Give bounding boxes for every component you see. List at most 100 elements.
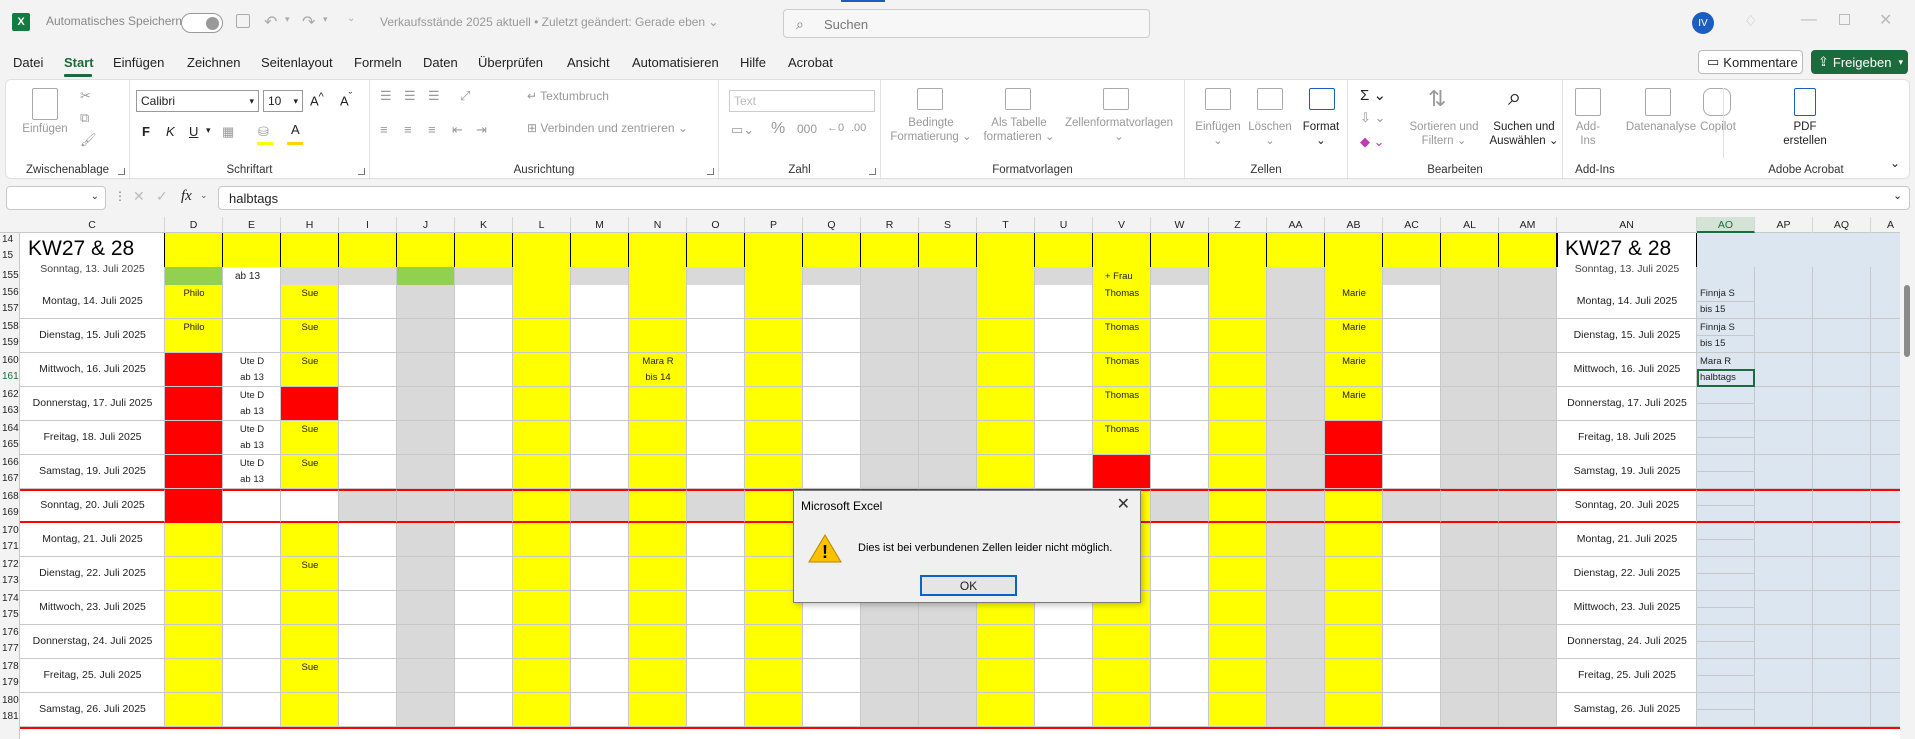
cell[interactable]: [919, 285, 977, 319]
currency-icon[interactable]: ▭⌄: [731, 122, 754, 138]
column-header-u[interactable]: U: [1035, 217, 1093, 233]
cell[interactable]: [1383, 387, 1441, 421]
column-header-am[interactable]: AM: [1499, 217, 1557, 233]
cell[interactable]: [803, 285, 861, 319]
cell[interactable]: [919, 319, 977, 353]
minimize-icon[interactable]: —: [1801, 11, 1817, 29]
cell[interactable]: [1697, 659, 1755, 693]
cell[interactable]: [1499, 353, 1557, 387]
cell[interactable]: [1209, 659, 1267, 693]
cell[interactable]: [571, 353, 629, 387]
cell[interactable]: [1813, 319, 1871, 353]
cell[interactable]: [1151, 285, 1209, 319]
align-top-icon[interactable]: ☰: [380, 88, 392, 104]
cell[interactable]: [1441, 557, 1499, 591]
cell[interactable]: [1813, 285, 1871, 319]
cell[interactable]: [1383, 693, 1441, 727]
increase-font-icon[interactable]: A^: [310, 91, 324, 108]
cell[interactable]: [1209, 489, 1267, 523]
cell[interactable]: [1325, 421, 1383, 455]
cell[interactable]: [687, 591, 745, 625]
cell[interactable]: [1383, 557, 1441, 591]
cell-styles-button[interactable]: Zellenformatvorlagen ⌄: [1059, 116, 1179, 144]
cell[interactable]: [397, 319, 455, 353]
cell[interactable]: [1325, 591, 1383, 625]
cell[interactable]: [1209, 319, 1267, 353]
cell[interactable]: [1441, 523, 1499, 557]
wrap-text-button[interactable]: ↵ Textumbruch: [527, 89, 609, 103]
cell[interactable]: [1697, 693, 1755, 727]
cell[interactable]: [1209, 421, 1267, 455]
cell[interactable]: [571, 557, 629, 591]
cell[interactable]: [1755, 421, 1813, 455]
cell[interactable]: [977, 285, 1035, 319]
increase-decimal-icon[interactable]: ←0: [827, 122, 844, 134]
cell[interactable]: [977, 421, 1035, 455]
cell[interactable]: [1093, 693, 1151, 727]
conditional-formatting-button[interactable]: Bedingte Formatierung ⌄: [885, 116, 977, 144]
cell[interactable]: [1267, 421, 1325, 455]
merge-center-button[interactable]: ⊞ Verbinden und zentrieren ⌄: [527, 121, 688, 135]
cell[interactable]: [1813, 693, 1871, 727]
cell[interactable]: [687, 625, 745, 659]
cell[interactable]: [1441, 285, 1499, 319]
cell[interactable]: [1499, 285, 1557, 319]
cell[interactable]: [1813, 625, 1871, 659]
cell[interactable]: [1267, 319, 1325, 353]
cell[interactable]: [571, 387, 629, 421]
enter-icon[interactable]: ✓: [156, 188, 168, 205]
cell[interactable]: [513, 353, 571, 387]
cell[interactable]: [919, 455, 977, 489]
cell[interactable]: [687, 319, 745, 353]
column-header-p[interactable]: P: [745, 217, 803, 233]
cell[interactable]: [803, 387, 861, 421]
cell[interactable]: [745, 353, 803, 387]
cell[interactable]: [513, 693, 571, 727]
column-header-q[interactable]: Q: [803, 217, 861, 233]
cell[interactable]: [165, 625, 223, 659]
cell[interactable]: [803, 353, 861, 387]
cell[interactable]: [1383, 523, 1441, 557]
share-button[interactable]: ⇪ Freigeben ▾: [1811, 50, 1908, 74]
cell[interactable]: [1325, 659, 1383, 693]
cell[interactable]: [1697, 523, 1755, 557]
column-header-w[interactable]: W: [1151, 217, 1209, 233]
cell[interactable]: [165, 353, 223, 387]
cell[interactable]: [1755, 319, 1813, 353]
cell[interactable]: [1499, 319, 1557, 353]
cell[interactable]: [223, 489, 281, 523]
cell[interactable]: [861, 659, 919, 693]
cell[interactable]: [397, 693, 455, 727]
cell[interactable]: [1267, 353, 1325, 387]
cell[interactable]: [397, 625, 455, 659]
cell[interactable]: [1813, 267, 1871, 285]
font-name-select[interactable]: Calibri ▾: [136, 90, 259, 112]
cell[interactable]: [1697, 387, 1755, 421]
cell[interactable]: [803, 267, 861, 285]
cell[interactable]: [1813, 353, 1871, 387]
cell[interactable]: [1093, 455, 1151, 489]
cell[interactable]: [571, 267, 629, 285]
column-header-r[interactable]: R: [861, 217, 919, 233]
cell[interactable]: [397, 591, 455, 625]
cell[interactable]: [223, 659, 281, 693]
formula-bar-options-icon[interactable]: ⋮: [114, 189, 126, 203]
column-header-d[interactable]: D: [165, 217, 223, 233]
cell[interactable]: [513, 421, 571, 455]
cell[interactable]: [339, 387, 397, 421]
cell[interactable]: [1813, 659, 1871, 693]
tab-formeln[interactable]: Formeln: [354, 55, 402, 70]
cell[interactable]: [1755, 387, 1813, 421]
cell[interactable]: [919, 659, 977, 693]
cell[interactable]: [919, 625, 977, 659]
column-header-n[interactable]: N: [629, 217, 687, 233]
cell[interactable]: [687, 693, 745, 727]
cell[interactable]: [745, 421, 803, 455]
align-middle-icon[interactable]: ☰: [404, 88, 416, 104]
cell[interactable]: [339, 421, 397, 455]
cell[interactable]: [281, 591, 339, 625]
cell[interactable]: [687, 455, 745, 489]
cell[interactable]: [687, 285, 745, 319]
cell[interactable]: [1499, 523, 1557, 557]
cell[interactable]: [1499, 693, 1557, 727]
